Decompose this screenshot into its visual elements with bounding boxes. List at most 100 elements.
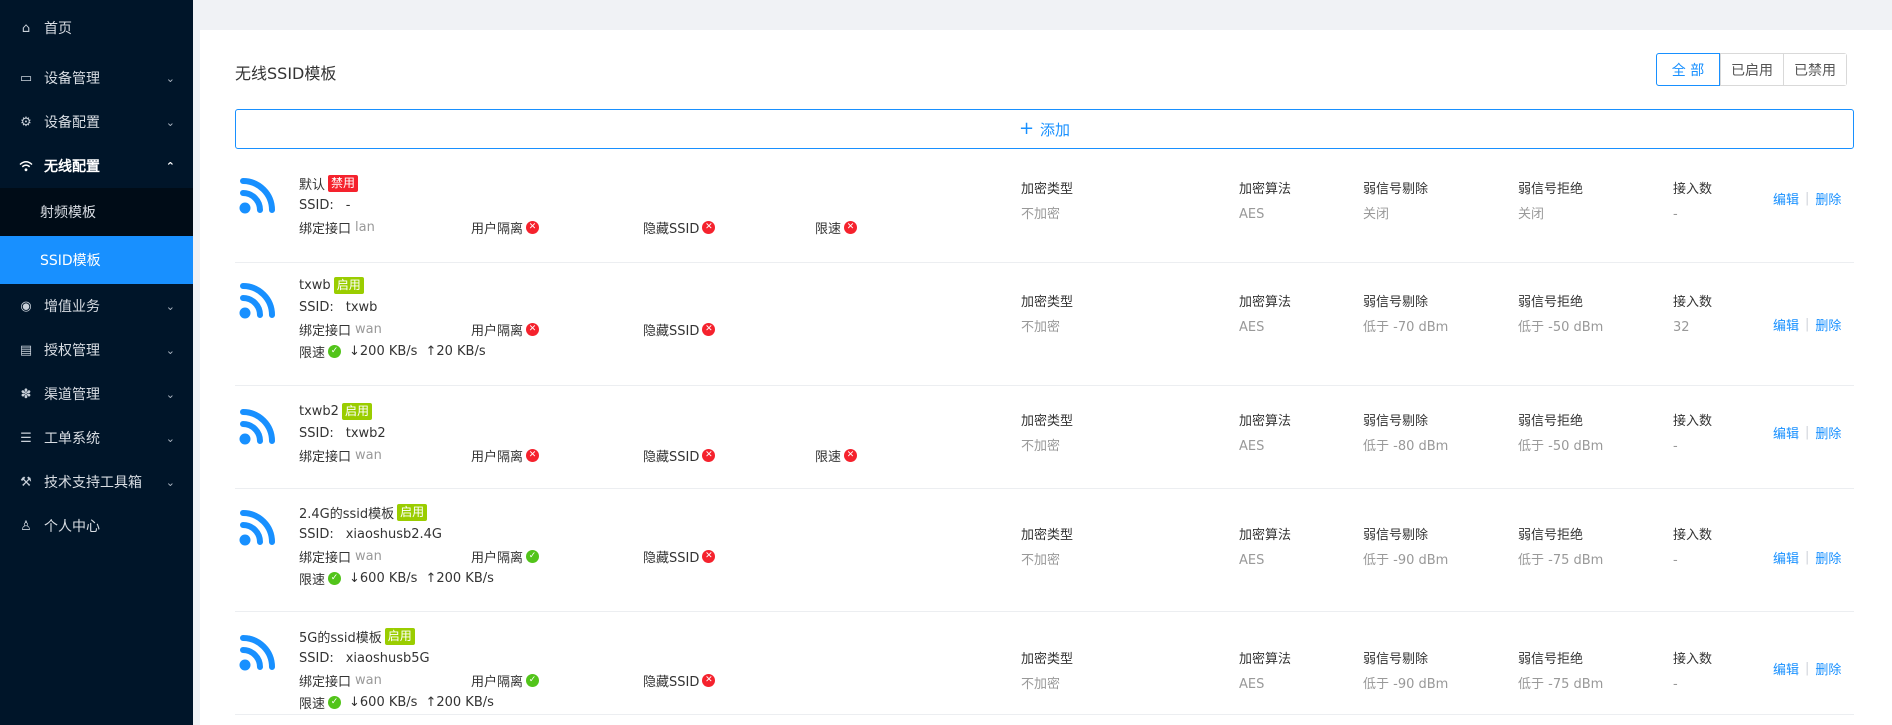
main-card: 无线SSID模板 全 部 已启用 已禁用 + 添加 默认 禁用 SSID: - 绑定接口… xyxy=(200,30,1892,725)
sidebar-item-value-added[interactable]: ◉ 增值业务 ⌄ xyxy=(0,284,193,328)
check-circle-icon: ✓ xyxy=(328,695,342,709)
add-button[interactable]: + 添加 xyxy=(235,109,1854,149)
sidebar-subitem-rf-template[interactable]: 射频模板 xyxy=(0,188,193,236)
template-info: 默认 禁用 SSID: - 绑定接口 lan 用户隔离 ✕ 隐藏SSID ✕ 限速 ✕ xyxy=(299,172,858,238)
ssid-line: SSID: txwb xyxy=(299,296,486,318)
coin-icon: ◉ xyxy=(20,298,32,314)
close-circle-icon: ✕ xyxy=(702,549,716,563)
filter-all-button[interactable]: 全 部 xyxy=(1656,53,1720,86)
delete-link[interactable]: 删除 xyxy=(1815,423,1841,442)
weak-signal-kick-value: 低于 -90 dBm xyxy=(1363,553,1449,568)
download-rate: ↓600 KB/s xyxy=(349,570,418,586)
hidden-ssid: 隐藏SSID ✕ xyxy=(643,446,716,465)
chevron-down-icon: ⌄ xyxy=(165,115,175,129)
sidebar-item-profile[interactable]: ♙ 个人中心 xyxy=(0,504,193,548)
ssid-label: SSID: xyxy=(299,425,334,441)
client-count-column: 接入数 - xyxy=(1673,411,1712,458)
hidden-ssid-label: 隐藏SSID xyxy=(643,323,700,339)
chevron-up-icon: ⌃ xyxy=(165,159,175,173)
sidebar-item-license[interactable]: ▤ 授权管理 ⌄ xyxy=(0,328,193,372)
check-circle-icon: ✓ xyxy=(526,549,540,563)
encryption-type-column: 加密类型 不加密 xyxy=(1021,411,1073,458)
rate-limit-label: 限速 xyxy=(299,572,326,588)
weak-signal-kick-value: 低于 -70 dBm xyxy=(1363,320,1449,335)
action-divider: | xyxy=(1805,661,1810,676)
client-count-value: - xyxy=(1673,207,1678,222)
gear-icon: ⚙ xyxy=(20,114,32,130)
template-name: txwb2 xyxy=(299,403,339,419)
sidebar-item-device-management[interactable]: ▭ 设备管理 ⌄ xyxy=(0,56,193,100)
rate-limit: 限速 ✕ xyxy=(815,218,858,237)
delete-link[interactable]: 删除 xyxy=(1815,659,1841,678)
sidebar-item-label: 设备配置 xyxy=(44,115,100,131)
delete-link[interactable]: 删除 xyxy=(1815,315,1841,334)
client-count-header: 接入数 xyxy=(1673,652,1713,667)
status-badge: 启用 xyxy=(333,276,364,294)
bind-interface-value: wan xyxy=(355,672,382,688)
bind-interface-value: wan xyxy=(355,321,382,337)
delete-link[interactable]: 删除 xyxy=(1815,189,1841,208)
weak-signal-reject-value: 低于 -50 dBm xyxy=(1518,320,1604,335)
filter-enabled-button[interactable]: 已启用 xyxy=(1720,54,1783,85)
top-strip xyxy=(200,0,1892,6)
action-divider: | xyxy=(1805,317,1810,332)
weak-signal-reject-column: 弱信号拒绝 低于 -75 dBm xyxy=(1518,649,1603,696)
weak-signal-kick-column: 弱信号剔除 低于 -90 dBm xyxy=(1363,525,1448,572)
close-circle-icon: ✕ xyxy=(702,448,716,462)
bind-interface-value: wan xyxy=(355,548,382,564)
sidebar-item-wireless-config[interactable]: 无线配置 ⌃ xyxy=(0,144,193,188)
sidebar-item-ticket[interactable]: ☰ 工单系统 ⌄ xyxy=(0,416,193,460)
edit-link[interactable]: 编辑 xyxy=(1773,548,1799,567)
template-header: txwb2 启用 xyxy=(299,400,386,422)
page-title: 无线SSID模板 xyxy=(235,64,337,83)
encryption-type-header: 加密类型 xyxy=(1021,652,1074,667)
client-count-column: 接入数 - xyxy=(1673,525,1712,572)
sidebar: ⌂ 首页 ▭ 设备管理 ⌄ ⚙ 设备配置 ⌄ 无线配置 ⌃ 射频模板 SSID模… xyxy=(0,0,193,725)
user-isolation-label: 用户隔离 xyxy=(471,323,524,339)
edit-link[interactable]: 编辑 xyxy=(1773,189,1799,208)
edit-link[interactable]: 编辑 xyxy=(1773,423,1799,442)
ssid-line: SSID: txwb2 xyxy=(299,422,386,444)
client-count-value: 32 xyxy=(1673,320,1690,335)
sidebar-item-channel[interactable]: ✽ 渠道管理 ⌄ xyxy=(0,372,193,416)
check-circle-icon: ✓ xyxy=(328,571,342,585)
user-isolation-label: 用户隔离 xyxy=(471,674,524,690)
weak-signal-kick-header: 弱信号剔除 xyxy=(1363,414,1429,429)
ssid-template-row: 默认 禁用 SSID: - 绑定接口 lan 用户隔离 ✕ 隐藏SSID ✕ 限速 ✕ 加密类型 不加密加… xyxy=(235,160,1854,263)
bind-interface-value: wan xyxy=(355,447,382,463)
rate-limit-label: 限速 xyxy=(299,696,326,712)
ssid-value: - xyxy=(345,197,351,213)
sidebar-item-label: 设备管理 xyxy=(44,71,100,87)
download-rate: ↓200 KB/s xyxy=(349,343,418,359)
edit-link[interactable]: 编辑 xyxy=(1773,659,1799,678)
user-isolation-label: 用户隔离 xyxy=(471,221,524,237)
user-isolation: 用户隔离 ✕ xyxy=(471,446,540,465)
delete-link[interactable]: 删除 xyxy=(1815,548,1841,567)
weak-signal-kick-column: 弱信号剔除 低于 -80 dBm xyxy=(1363,411,1448,458)
sidebar-subitem-ssid-template[interactable]: SSID模板 xyxy=(0,236,193,284)
filter-disabled-button[interactable]: 已禁用 xyxy=(1783,54,1846,85)
close-circle-icon: ✕ xyxy=(844,448,858,462)
weak-signal-reject-header: 弱信号拒绝 xyxy=(1518,182,1584,197)
client-count-header: 接入数 xyxy=(1673,528,1713,543)
sidebar-item-tech-support[interactable]: ⚒ 技术支持工具箱 ⌄ xyxy=(0,460,193,504)
options-line: 绑定接口 lan 用户隔离 ✕ 隐藏SSID ✕ 限速 ✕ xyxy=(299,216,858,238)
add-button-label: 添加 xyxy=(1040,120,1071,139)
encryption-type-header: 加密类型 xyxy=(1021,414,1074,429)
encryption-type-value: 不加密 xyxy=(1021,320,1061,335)
chevron-down-icon: ⌄ xyxy=(165,431,175,445)
encryption-type-header: 加密类型 xyxy=(1021,528,1074,543)
wifi-signal-icon xyxy=(239,510,275,546)
user-icon: ♙ xyxy=(20,518,32,534)
chevron-down-icon: ⌄ xyxy=(165,387,175,401)
sidebar-item-device-config[interactable]: ⚙ 设备配置 ⌄ xyxy=(0,100,193,144)
client-count-header: 接入数 xyxy=(1673,414,1713,429)
wrench-icon: ⚒ xyxy=(20,474,32,490)
sidebar-item-label: 技术支持工具箱 xyxy=(44,475,142,491)
edit-link[interactable]: 编辑 xyxy=(1773,315,1799,334)
weak-signal-reject-header: 弱信号拒绝 xyxy=(1518,414,1584,429)
weak-signal-reject-header: 弱信号拒绝 xyxy=(1518,295,1584,310)
sidebar-item-label: 首页 xyxy=(44,21,72,37)
sidebar-item-home[interactable]: ⌂ 首页 xyxy=(0,0,193,56)
check-circle-icon: ✓ xyxy=(328,344,342,358)
